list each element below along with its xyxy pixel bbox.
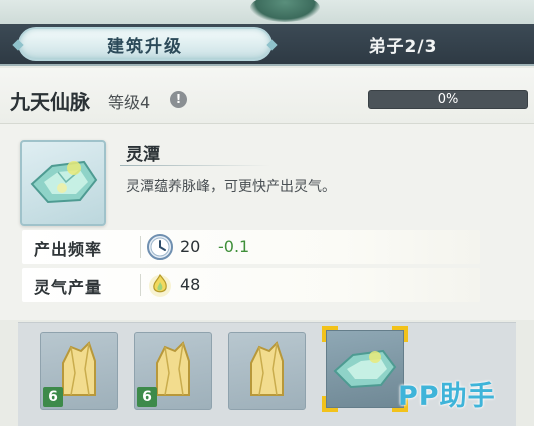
title-divider	[120, 165, 270, 166]
item-description: 灵潭蕴养脉峰，可更快产出灵气。	[126, 179, 336, 195]
material-slot-3[interactable]	[228, 332, 306, 410]
stat-row-output-frequency: 产出频率 20 -0.1	[22, 230, 480, 264]
tab-bar: 建筑升级 弟子2/3	[0, 24, 534, 66]
mountain-ridge	[250, 0, 320, 22]
stat-divider	[140, 274, 141, 296]
stat-value: 20	[180, 237, 201, 256]
tab-building-upgrade[interactable]: 建筑升级	[18, 27, 272, 61]
material-slot-2[interactable]: 6	[134, 332, 212, 410]
selection-corner	[392, 326, 408, 342]
top-scenery	[0, 0, 534, 26]
building-level: 等级4	[108, 93, 151, 112]
progress-text: 0%	[437, 92, 459, 107]
upgrade-progress-bar: 0%	[368, 90, 528, 109]
spirit-flame-icon	[149, 273, 171, 297]
tab-building-upgrade-label: 建筑升级	[107, 36, 183, 57]
stat-delta: -0.1	[218, 237, 250, 256]
tab-disciples-label: 弟子2/3	[368, 36, 438, 57]
tab-disciples[interactable]: 弟子2/3	[290, 27, 516, 61]
item-title: 灵潭	[126, 145, 160, 165]
material-slot-1[interactable]: 6	[40, 332, 118, 410]
stat-label: 灵气产量	[34, 278, 103, 297]
stat-row-spirit-yield: 灵气产量 48	[22, 268, 480, 302]
jade-pool-icon	[30, 160, 98, 204]
stat-divider	[140, 236, 141, 258]
material-slot-4-selected[interactable]	[322, 326, 408, 412]
item-icon-frame	[20, 140, 106, 226]
material-count: 6	[43, 387, 63, 407]
building-name: 九天仙脉	[10, 90, 90, 114]
selection-corner	[322, 396, 338, 412]
watermark: PP助手	[398, 381, 496, 412]
material-count: 6	[137, 387, 157, 407]
spirit-crystal-icon	[250, 341, 284, 396]
selection-corner	[322, 326, 338, 342]
stat-label: 产出频率	[34, 240, 103, 259]
info-icon[interactable]: !	[170, 91, 187, 108]
clock-icon	[147, 234, 173, 260]
stat-value: 48	[180, 275, 201, 294]
